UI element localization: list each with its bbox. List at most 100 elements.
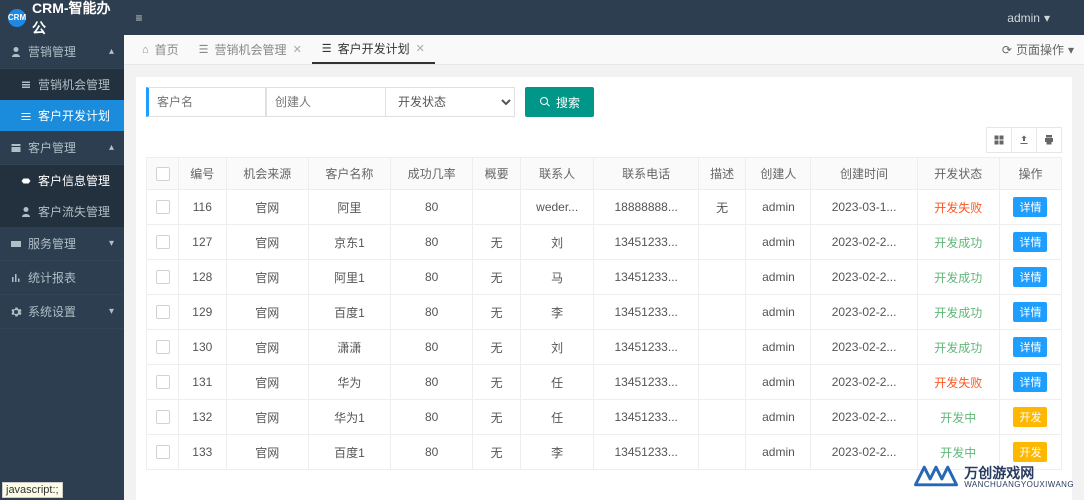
tab-home[interactable]: ⌂ 首页 — [132, 35, 189, 64]
row-checkbox[interactable] — [156, 410, 170, 424]
row-checkbox[interactable] — [156, 235, 170, 249]
menu-customer[interactable]: 客户管理 ▴ — [0, 131, 124, 165]
caret-up-icon: ▴ — [109, 46, 114, 57]
close-icon[interactable]: ✕ — [416, 42, 425, 55]
cell-cust: 京东1 — [308, 225, 390, 260]
table-row: 127官网京东180无刘13451233...admin2023-02-2...… — [147, 225, 1062, 260]
menu-service-label: 服务管理 — [28, 235, 76, 252]
cell-ctime: 2023-02-2... — [811, 225, 917, 260]
cell-summary: 无 — [473, 225, 521, 260]
export-icon[interactable] — [1011, 127, 1037, 153]
filter-customer-input[interactable] — [146, 87, 266, 117]
cell-rate: 80 — [391, 330, 473, 365]
row-detail-button[interactable]: 详情 — [1013, 302, 1047, 322]
row-detail-button[interactable]: 详情 — [1013, 372, 1047, 392]
cell-rate: 80 — [391, 435, 473, 470]
cell-ctime: 2023-02-2... — [811, 330, 917, 365]
submenu-custinfo[interactable]: 客户信息管理 — [0, 165, 124, 196]
submenu-devplan-label: 客户开发计划 — [38, 107, 110, 124]
row-detail-button[interactable]: 详情 — [1013, 267, 1047, 287]
th-contact[interactable]: 联系人 — [520, 158, 594, 190]
th-rate[interactable]: 成功几率 — [391, 158, 473, 190]
row-detail-button[interactable]: 详情 — [1013, 197, 1047, 217]
sidebar-toggle-icon[interactable]: ≡ — [124, 11, 154, 25]
cell-src: 官网 — [226, 225, 308, 260]
cell-rate: 80 — [391, 400, 473, 435]
cell-ctime: 2023-02-2... — [811, 260, 917, 295]
row-checkbox[interactable] — [156, 375, 170, 389]
th-op[interactable]: 操作 — [999, 158, 1061, 190]
tab-home-label: 首页 — [155, 41, 179, 58]
th-src[interactable]: 机会来源 — [226, 158, 308, 190]
filter-creator-input[interactable] — [266, 87, 386, 117]
cell-contact: 马 — [520, 260, 594, 295]
row-checkbox[interactable] — [156, 340, 170, 354]
cell-summary: 无 — [473, 330, 521, 365]
row-open-button[interactable]: 开发 — [1013, 442, 1047, 462]
search-button-label: 搜索 — [556, 94, 580, 111]
filter-status-select[interactable]: 开发状态 — [385, 87, 515, 117]
tab-opportunity[interactable]: ☰ 营销机会管理 ✕ — [189, 35, 312, 64]
cell-creator: admin — [746, 190, 811, 225]
th-cust[interactable]: 客户名称 — [308, 158, 390, 190]
cell-cust: 华为1 — [308, 400, 390, 435]
cell-cust: 百度1 — [308, 435, 390, 470]
row-checkbox[interactable] — [156, 200, 170, 214]
cell-desc — [698, 260, 746, 295]
cell-status: 开发成功 — [917, 330, 999, 365]
cell-ctime: 2023-03-1... — [811, 190, 917, 225]
cell-id: 130 — [179, 330, 227, 365]
submenu-opportunity[interactable]: 营销机会管理 — [0, 69, 124, 100]
chevron-down-icon: ▾ — [1068, 43, 1074, 57]
cell-rate: 80 — [391, 260, 473, 295]
th-id[interactable]: 编号 — [179, 158, 227, 190]
list-icon: ☰ — [199, 43, 209, 56]
cell-summary: 无 — [473, 365, 521, 400]
cell-ctime: 2023-02-2... — [811, 295, 917, 330]
select-all-checkbox[interactable] — [156, 167, 170, 181]
menu-stats[interactable]: 统计报表 — [0, 261, 124, 295]
cell-summary: 无 — [473, 435, 521, 470]
cell-creator: admin — [746, 225, 811, 260]
tab-devplan-label: 客户开发计划 — [338, 40, 410, 57]
th-creator[interactable]: 创建人 — [746, 158, 811, 190]
th-phone[interactable]: 联系电话 — [594, 158, 698, 190]
status-hint: javascript:; — [2, 482, 63, 498]
row-checkbox[interactable] — [156, 270, 170, 284]
cell-summary: 无 — [473, 260, 521, 295]
watermark-cn: 万创游戏网 — [964, 466, 1074, 481]
row-detail-button[interactable]: 详情 — [1013, 337, 1047, 357]
th-desc[interactable]: 描述 — [698, 158, 746, 190]
row-open-button[interactable]: 开发 — [1013, 407, 1047, 427]
table-tools — [146, 127, 1062, 153]
page-operations[interactable]: ⟳ 页面操作 ▾ — [1002, 41, 1084, 58]
row-checkbox[interactable] — [156, 305, 170, 319]
cell-creator: admin — [746, 295, 811, 330]
menu-settings[interactable]: 系统设置 ▾ — [0, 295, 124, 329]
search-button[interactable]: 搜索 — [525, 87, 594, 117]
caret-down-icon: ▾ — [109, 238, 114, 249]
columns-icon[interactable] — [986, 127, 1012, 153]
close-icon[interactable]: ✕ — [293, 43, 302, 56]
caret-up-icon: ▴ — [109, 142, 114, 153]
row-detail-button[interactable]: 详情 — [1013, 232, 1047, 252]
cell-creator: admin — [746, 400, 811, 435]
cell-id: 131 — [179, 365, 227, 400]
menu-service[interactable]: 服务管理 ▾ — [0, 227, 124, 261]
th-summary[interactable]: 概要 — [473, 158, 521, 190]
submenu-custloss[interactable]: 客户流失管理 — [0, 196, 124, 227]
cell-rate: 80 — [391, 190, 473, 225]
user-menu[interactable]: admin ▾ — [1007, 11, 1050, 25]
th-status[interactable]: 开发状态 — [917, 158, 999, 190]
menu-marketing[interactable]: 营销管理 ▴ — [0, 35, 124, 69]
submenu-devplan[interactable]: 客户开发计划 — [0, 100, 124, 131]
th-ctime[interactable]: 创建时间 — [811, 158, 917, 190]
cell-op: 详情 — [999, 225, 1061, 260]
chevron-down-icon: ▾ — [1044, 11, 1050, 25]
row-checkbox[interactable] — [156, 445, 170, 459]
cell-op: 详情 — [999, 295, 1061, 330]
cell-status: 开发成功 — [917, 225, 999, 260]
print-icon[interactable] — [1036, 127, 1062, 153]
cell-contact: 刘 — [520, 225, 594, 260]
tab-devplan[interactable]: ☰ 客户开发计划 ✕ — [312, 35, 435, 64]
